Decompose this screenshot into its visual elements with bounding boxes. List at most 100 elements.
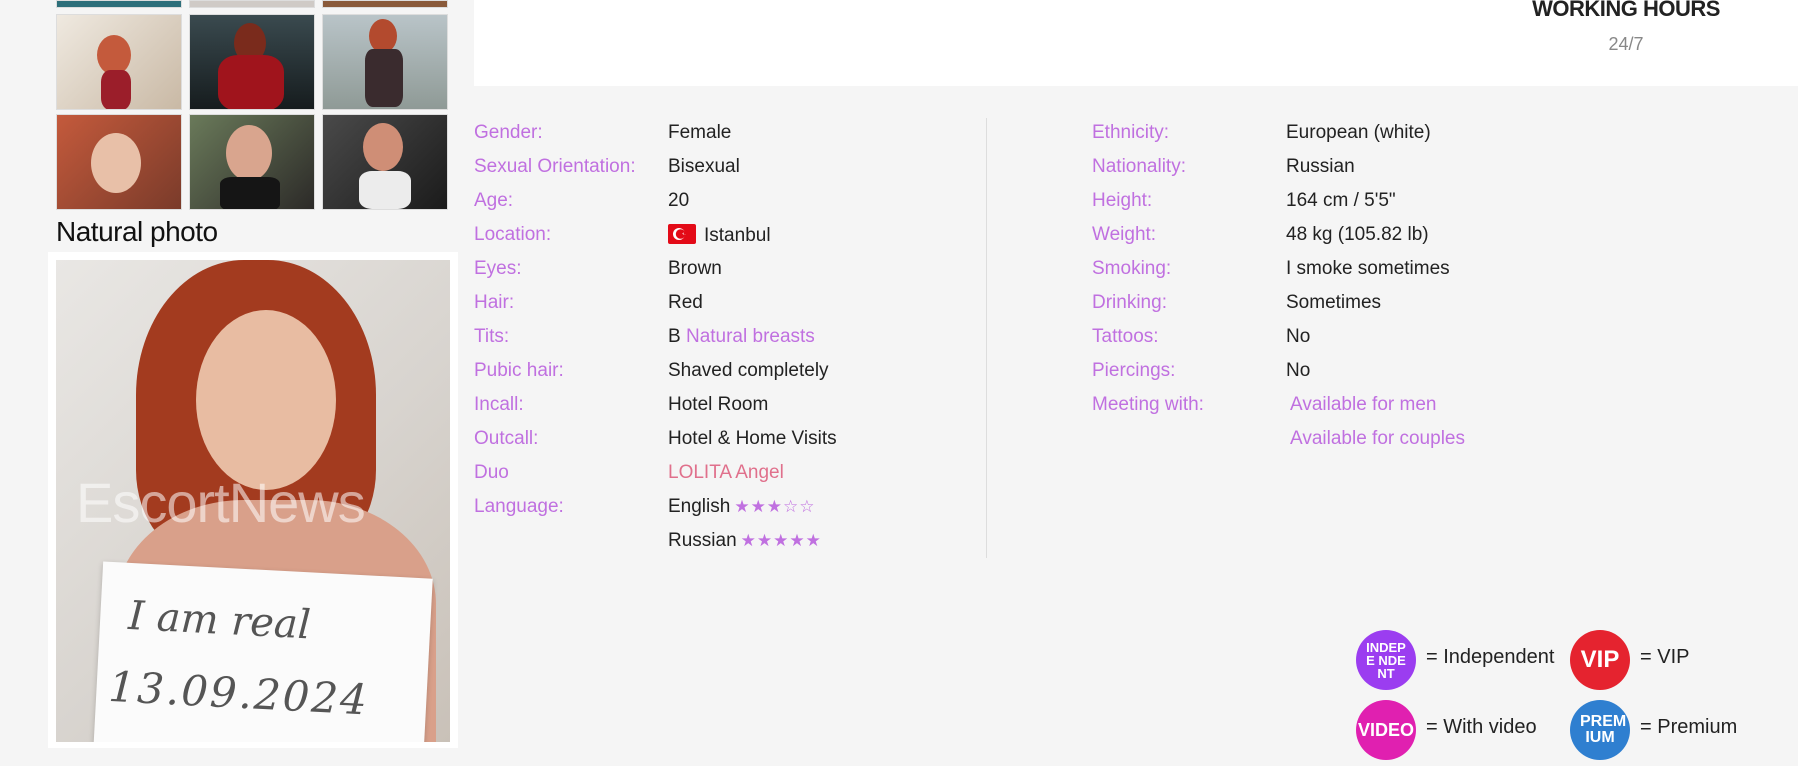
detail-row: Sexual Orientation: Bisexual <box>474 152 984 186</box>
photo-gallery: Natural photo EscortNews I am real 13.09… <box>48 0 458 766</box>
tits-size: B <box>668 326 681 347</box>
turkey-flag-icon <box>668 224 696 244</box>
detail-value: 20 <box>668 190 690 211</box>
gallery-thumb[interactable] <box>56 0 182 8</box>
natural-breasts-link[interactable]: Natural breasts <box>686 326 815 347</box>
detail-row: Language: English ★★★☆☆ <box>474 492 984 526</box>
column-divider <box>986 118 987 558</box>
detail-value: 48 kg (105.82 lb) <box>1286 224 1429 245</box>
gallery-thumb[interactable] <box>322 114 448 210</box>
watermark-logo: EscortNews <box>76 471 366 534</box>
detail-label: Gender: <box>474 122 543 143</box>
video-badge-text: VIDEO <box>1357 720 1414 740</box>
detail-row: Outcall: Hotel & Home Visits <box>474 424 984 458</box>
detail-value: Brown <box>668 258 722 279</box>
working-hours-value: 24/7 <box>1608 34 1644 54</box>
detail-row: Eyes: Brown <box>474 254 984 288</box>
detail-label: Pubic hair: <box>474 360 564 381</box>
detail-row: Age: 20 <box>474 186 984 220</box>
detail-row: Meeting with: Available for men <box>1092 390 1692 424</box>
language-stars-icon: ★★★☆☆ <box>734 497 816 516</box>
detail-label: Eyes: <box>474 258 522 279</box>
gallery-thumb[interactable] <box>56 114 182 210</box>
detail-label: Age: <box>474 190 514 211</box>
detail-label: Tattoos: <box>1092 326 1159 347</box>
detail-label: Tits: <box>474 326 510 347</box>
language-stars-icon: ★★★★★ <box>740 531 822 550</box>
detail-label: Location: <box>474 224 552 245</box>
location-city: Istanbul <box>704 225 771 246</box>
detail-value: Hotel Room <box>668 394 769 415</box>
video-legend-label: = With video <box>1426 716 1537 738</box>
detail-value: Shaved completely <box>668 360 829 381</box>
portrait-face <box>196 310 336 490</box>
details-right-column: Ethnicity: European (white) Nationality:… <box>1092 118 1692 458</box>
natural-photo-title: Natural photo <box>56 216 218 247</box>
detail-value: I smoke sometimes <box>1286 258 1450 279</box>
detail-label: Meeting with: <box>1092 394 1204 415</box>
detail-row: Ethnicity: European (white) <box>1092 118 1692 152</box>
language-value: Russian ★★★★★ <box>668 530 822 552</box>
detail-row: Incall: Hotel Room <box>474 390 984 424</box>
duo-link[interactable]: LOLITA Angel <box>668 462 784 484</box>
language-name: English <box>668 496 731 517</box>
detail-value: 164 cm / 5'5" <box>1286 190 1396 211</box>
detail-label: Nationality: <box>1092 156 1186 177</box>
detail-value: No <box>1286 360 1311 381</box>
detail-label: Sexual Orientation: <box>474 156 636 177</box>
available-for-couples-link[interactable]: Available for couples <box>1290 428 1465 450</box>
detail-value: Sometimes <box>1286 292 1382 313</box>
detail-row: Tits: B Natural breasts <box>474 322 984 356</box>
detail-row: Drinking: Sometimes <box>1092 288 1692 322</box>
detail-label: Incall: <box>474 394 524 415</box>
detail-value: Hotel & Home Visits <box>668 428 837 449</box>
gallery-thumb[interactable] <box>189 14 315 110</box>
detail-label: Outcall: <box>474 428 539 449</box>
working-hours-title: WORKING HOURS <box>1532 0 1720 21</box>
vip-legend-label: = VIP <box>1640 646 1690 668</box>
detail-row: Weight: 48 kg (105.82 lb) <box>1092 220 1692 254</box>
detail-value: No <box>1286 326 1311 347</box>
sign-date: 13.09.2024 <box>107 661 371 725</box>
gallery-thumb[interactable] <box>189 114 315 210</box>
detail-label: Piercings: <box>1092 360 1176 381</box>
gallery-thumb[interactable] <box>322 0 448 8</box>
detail-label: Weight: <box>1092 224 1157 245</box>
detail-value: Female <box>668 122 732 143</box>
location-value: Istanbul <box>668 224 771 247</box>
detail-row: Piercings: No <box>1092 356 1692 390</box>
gallery-thumb[interactable] <box>56 14 182 110</box>
gallery-thumb[interactable] <box>189 0 315 8</box>
detail-label: Drinking: <box>1092 292 1167 313</box>
video-badge-icon: VIDEO <box>1356 700 1416 760</box>
detail-row: Duo LOLITA Angel <box>474 458 984 492</box>
natural-photo-frame: EscortNews I am real 13.09.2024 <box>48 252 458 748</box>
natural-photo[interactable]: EscortNews I am real 13.09.2024 <box>56 260 450 742</box>
detail-label: Smoking: <box>1092 258 1172 279</box>
detail-row: Russian ★★★★★ <box>474 526 984 560</box>
detail-label: Language: <box>474 496 564 517</box>
premium-badge-text: PREM IUM <box>1580 713 1627 746</box>
detail-row: Tattoos: No <box>1092 322 1692 356</box>
detail-row: Pubic hair: Shaved completely <box>474 356 984 390</box>
detail-row: Location: Istanbul <box>474 220 984 254</box>
sign-text: I am real <box>127 592 312 649</box>
detail-row: Gender: Female <box>474 118 984 152</box>
available-for-men-link[interactable]: Available for men <box>1290 394 1436 416</box>
gallery-thumb[interactable] <box>322 14 448 110</box>
detail-label: Hair: <box>474 292 515 313</box>
vip-badge-icon: VIP <box>1570 630 1630 690</box>
vip-badge-text: VIP <box>1580 646 1620 673</box>
detail-label: Height: <box>1092 190 1153 211</box>
detail-row: Smoking: I smoke sometimes <box>1092 254 1692 288</box>
working-hours-panel: WORKING HOURS 24/7 <box>474 0 1798 86</box>
detail-label: Duo <box>474 462 509 483</box>
tits-value: B Natural breasts <box>668 326 815 348</box>
language-name: Russian <box>668 530 737 551</box>
independent-badge-text: INDEPE NDENT <box>1366 639 1406 681</box>
premium-legend-label: = Premium <box>1640 716 1738 738</box>
detail-row: Height: 164 cm / 5'5" <box>1092 186 1692 220</box>
verification-sign: I am real 13.09.2024 <box>93 561 433 742</box>
detail-label: Ethnicity: <box>1092 122 1170 143</box>
premium-badge-icon: PREM IUM <box>1570 700 1630 760</box>
